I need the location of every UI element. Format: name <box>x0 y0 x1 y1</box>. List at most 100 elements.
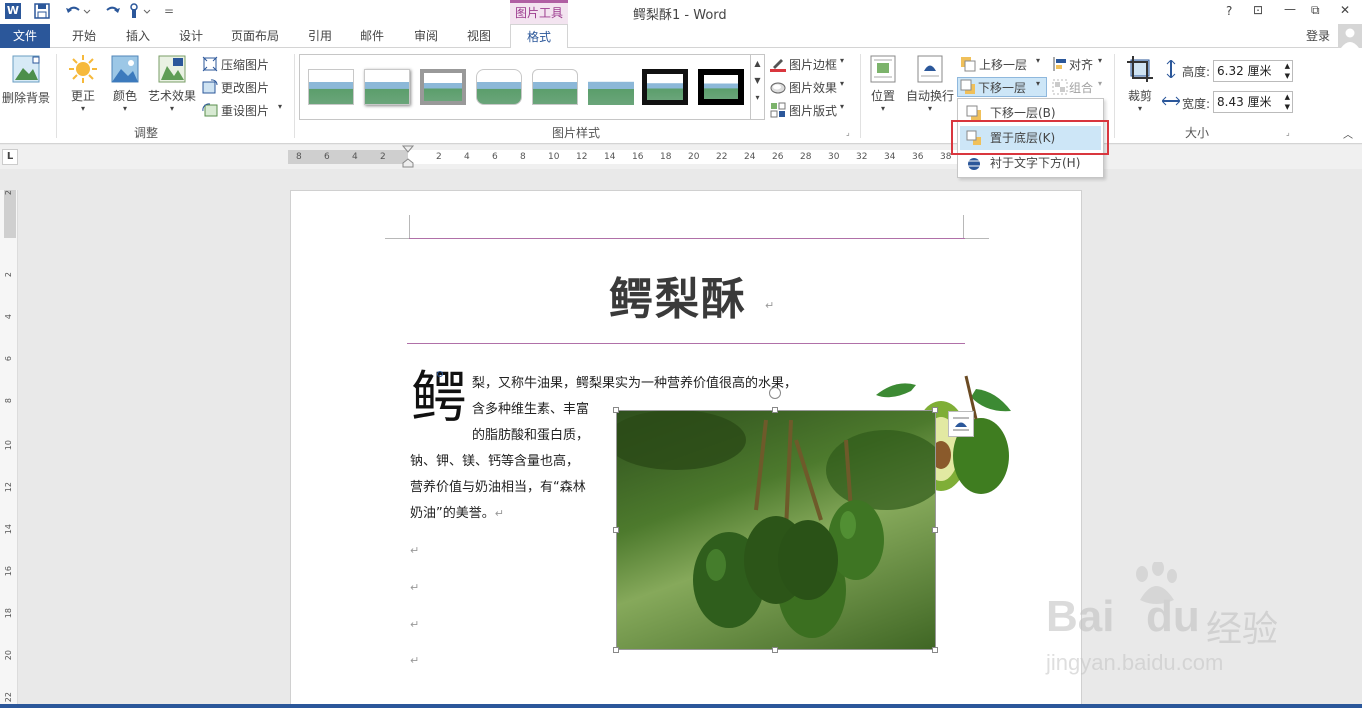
style-thumbnail[interactable] <box>420 69 466 105</box>
corrections-button[interactable]: 更正 ▾ <box>64 54 102 113</box>
width-spinner-icon[interactable]: ▲ ▼ <box>1285 92 1290 112</box>
title-bar: W = 图片工具 鳄梨酥1 - Word ? ⊡ — ⧉ ✕ <box>0 0 1362 24</box>
ribbon-display-button[interactable]: ⊡ <box>1253 3 1263 17</box>
resize-handle[interactable] <box>613 527 619 533</box>
maximize-button[interactable]: ⧉ <box>1311 3 1320 18</box>
avocado-tree-photo[interactable] <box>616 410 936 650</box>
ribbon-tab-row: 文件 开始 插入 设计 页面布局 引用 邮件 审阅 视图 格式 登录 <box>0 24 1362 49</box>
tab-design[interactable]: 设计 <box>169 24 213 48</box>
picture-border-button[interactable]: 图片边框 ▾ <box>770 54 852 74</box>
indent-marker-icon[interactable] <box>401 145 415 169</box>
style-thumbnail[interactable] <box>364 69 410 105</box>
ruler-tick-label: 2 <box>436 152 442 162</box>
close-button[interactable]: ✕ <box>1340 3 1350 17</box>
vertical-ruler[interactable]: 2 2 4 6 8 10 12 14 16 18 20 22 <box>0 190 18 708</box>
style-thumbnail[interactable] <box>532 69 578 105</box>
body-line[interactable]: 钠、钾、镁、钙等含量也高， <box>410 449 579 475</box>
drop-cap[interactable]: 鳄 <box>411 369 467 429</box>
ruler-tick-label: 24 <box>744 152 756 162</box>
tab-review[interactable]: 审阅 <box>404 24 448 48</box>
document-page[interactable]: 鳄梨酥 ↵ 鳄 梨，又称牛油果，鳄梨果实为一种营养价值很高的水果， 含多种维生素… <box>290 190 1082 708</box>
tab-page-layout[interactable]: 页面布局 <box>224 24 286 48</box>
group-objects-button[interactable]: 组合 ▾ <box>1052 77 1108 97</box>
window-title: 鳄梨酥1 - Word <box>633 8 727 23</box>
resize-handle[interactable] <box>613 647 619 653</box>
wrap-text-button[interactable]: 自动换行 ▾ <box>904 54 956 113</box>
ruler-tick-label: 12 <box>576 152 588 162</box>
align-button[interactable]: 对齐 ▾ <box>1052 54 1108 74</box>
picture-layout-button[interactable]: 图片版式 ▾ <box>770 100 852 120</box>
collapse-ribbon-icon[interactable]: ︿ <box>1343 126 1353 141</box>
resize-handle[interactable] <box>932 527 938 533</box>
undo-icon[interactable] <box>64 3 92 19</box>
body-line[interactable]: 奶油”的美誉。↵ <box>410 501 504 527</box>
send-backward-button[interactable]: 下移一层 ▾ <box>957 77 1047 97</box>
body-line[interactable]: 的脂肪酸和蛋白质， <box>472 423 589 449</box>
picture-color-icon <box>111 55 139 83</box>
artistic-effects-button[interactable]: 艺术效果 ▾ <box>145 54 199 113</box>
resize-handle[interactable] <box>932 647 938 653</box>
compress-pictures-button[interactable]: 压缩图片 <box>202 54 290 74</box>
rotate-handle-icon[interactable] <box>769 387 781 399</box>
resize-handle[interactable] <box>772 647 778 653</box>
gallery-scroll[interactable]: ▲ ▼ ▾ <box>750 55 764 119</box>
tab-insert[interactable]: 插入 <box>116 24 160 48</box>
redo-icon[interactable] <box>102 3 122 19</box>
change-picture-button[interactable]: 更改图片 <box>202 77 290 97</box>
tab-format[interactable]: 格式 <box>510 24 568 49</box>
position-button[interactable]: 位置 ▾ <box>866 54 900 113</box>
ribbon-panel: 删除背景 更正 ▾ 颜色 ▾ 艺术效果 ▾ 压缩图片 更改图片 重设图片 ▾ 调… <box>0 48 1362 144</box>
anchor-icon[interactable] <box>437 371 443 377</box>
vruler-tick-label: 4 <box>4 314 13 320</box>
gallery-up-icon[interactable]: ▲ <box>751 59 764 68</box>
height-input[interactable]: 6.32 厘米 ▲ ▼ <box>1213 60 1293 82</box>
style-thumbnail[interactable] <box>642 69 688 105</box>
picture-styles-gallery[interactable]: ▲ ▼ ▾ <box>299 54 765 120</box>
style-thumbnail[interactable] <box>588 69 634 105</box>
style-thumbnail[interactable] <box>698 69 744 105</box>
ruler-tick-label: 30 <box>828 152 840 162</box>
tab-mailings[interactable]: 邮件 <box>350 24 394 48</box>
width-input[interactable]: 8.43 厘米 ▲ ▼ <box>1213 91 1293 113</box>
remove-background-button[interactable]: 删除背景 <box>1 54 51 106</box>
vruler-tick-label: 6 <box>4 356 13 362</box>
body-line[interactable]: 营养价值与奶油相当，有“森林 <box>410 475 586 501</box>
customize-qat-button[interactable]: = <box>164 4 174 18</box>
resize-handle[interactable] <box>772 407 778 413</box>
word-app-icon[interactable]: W <box>5 3 21 19</box>
layout-options-button[interactable] <box>948 411 974 437</box>
align-icon <box>1053 57 1066 71</box>
size-group-label: 大小 <box>1184 126 1209 140</box>
bring-forward-button[interactable]: 上移一层 ▾ <box>958 54 1046 74</box>
gallery-more-icon[interactable]: ▾ <box>751 93 764 102</box>
gallery-down-icon[interactable]: ▼ <box>751 76 764 85</box>
tab-home[interactable]: 开始 <box>62 24 106 48</box>
vruler-tick-label: 14 <box>4 524 13 535</box>
reset-picture-button[interactable]: 重设图片 ▾ <box>202 100 290 120</box>
avatar[interactable] <box>1338 24 1362 48</box>
dialog-launcher-icon[interactable]: ⌟ <box>846 128 850 137</box>
style-thumbnail[interactable] <box>308 69 354 105</box>
resize-handle[interactable] <box>932 407 938 413</box>
touch-mode-icon[interactable] <box>126 2 154 20</box>
crop-button[interactable]: 裁剪 ▾ <box>1120 54 1160 113</box>
size-dialog-launcher-icon[interactable]: ⌟ <box>1286 128 1290 137</box>
resize-handle[interactable] <box>613 407 619 413</box>
login-link[interactable]: 登录 <box>1306 27 1330 44</box>
minimize-button[interactable]: — <box>1284 2 1296 16</box>
body-line[interactable]: 梨，又称牛油果，鳄梨果实为一种营养价值很高的水果， <box>472 371 797 397</box>
header-line <box>409 238 965 239</box>
save-icon[interactable] <box>34 3 50 19</box>
style-thumbnail[interactable] <box>476 69 522 105</box>
picture-effects-button[interactable]: 图片效果 ▾ <box>770 77 852 97</box>
color-button[interactable]: 颜色 ▾ <box>107 54 143 113</box>
crop-mark <box>409 215 410 239</box>
tab-view[interactable]: 视图 <box>457 24 501 48</box>
help-button[interactable]: ? <box>1226 4 1232 18</box>
height-icon <box>1162 59 1182 80</box>
height-spinner-icon[interactable]: ▲ ▼ <box>1285 61 1290 81</box>
body-line[interactable]: 含多种维生素、丰富 <box>472 397 589 423</box>
tab-file[interactable]: 文件 <box>0 24 50 48</box>
horizontal-ruler[interactable]: L 8 6 4 2 2 4 6 8 10 12 14 16 18 20 22 24 26 28 30 32 34 36 38 <box>0 145 1362 169</box>
tab-references[interactable]: 引用 <box>298 24 342 48</box>
